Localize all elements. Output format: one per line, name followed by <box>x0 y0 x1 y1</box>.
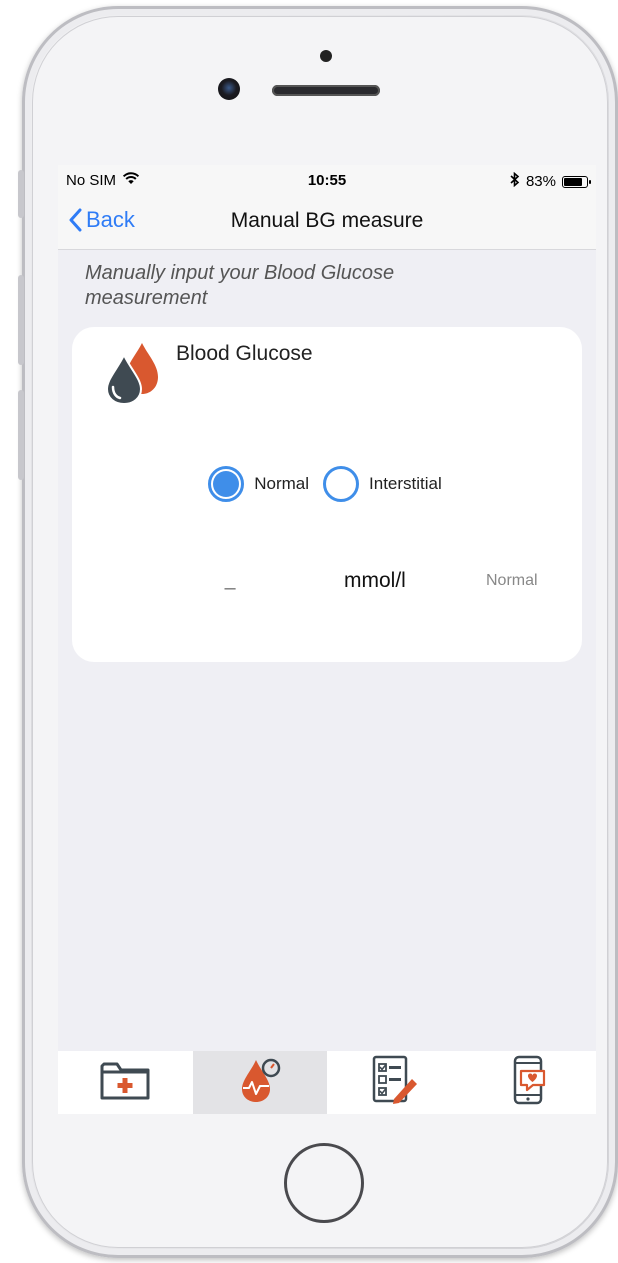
proximity-sensor <box>320 50 332 62</box>
radio-interstitial-label: Interstitial <box>369 474 442 493</box>
measurement-type-group: Normal Interstitial <box>72 466 582 502</box>
earpiece-speaker <box>272 85 380 96</box>
app-screen: No SIM 10:55 83% Back Manual BG measure … <box>58 165 596 1114</box>
phone-heart-icon <box>511 1055 547 1110</box>
navigation-bar: Back Manual BG measure <box>58 195 596 250</box>
checklist-edit-icon <box>370 1055 418 1110</box>
silent-switch <box>18 170 24 218</box>
battery-percent: 83% <box>525 173 556 190</box>
blood-drop-gauge-icon <box>238 1056 282 1109</box>
blood-drops-icon <box>102 341 162 406</box>
home-button[interactable] <box>284 1143 364 1223</box>
card-title: Blood Glucose <box>176 342 313 365</box>
blood-glucose-card: Blood Glucose Normal Interstitial mmol/l… <box>72 327 582 662</box>
tab-phone-consult[interactable] <box>462 1051 597 1114</box>
tab-medical-folder[interactable] <box>58 1051 193 1114</box>
radio-normal[interactable] <box>208 466 245 502</box>
instruction-text: Manually input your Blood Glucose measur… <box>85 262 395 309</box>
tab-blood-glucose[interactable] <box>192 1051 327 1114</box>
battery-icon <box>562 175 591 188</box>
page-title: Manual BG measure <box>230 209 424 232</box>
radio-normal-label: Normal <box>254 474 310 493</box>
range-status-label: Normal <box>486 572 538 589</box>
front-camera <box>218 78 240 100</box>
volume-up-button <box>18 275 24 365</box>
radio-interstitial[interactable] <box>323 466 360 502</box>
bluetooth-icon <box>510 171 520 191</box>
unit-label: mmol/l <box>344 569 406 592</box>
tab-checklist[interactable] <box>327 1051 462 1114</box>
glucose-value-input[interactable] <box>168 572 292 604</box>
status-bar: No SIM 10:55 83% <box>58 165 596 195</box>
tab-bar <box>58 1051 596 1114</box>
medical-folder-icon <box>99 1058 151 1107</box>
volume-down-button <box>18 390 24 480</box>
radio-selected-dot <box>213 471 240 497</box>
